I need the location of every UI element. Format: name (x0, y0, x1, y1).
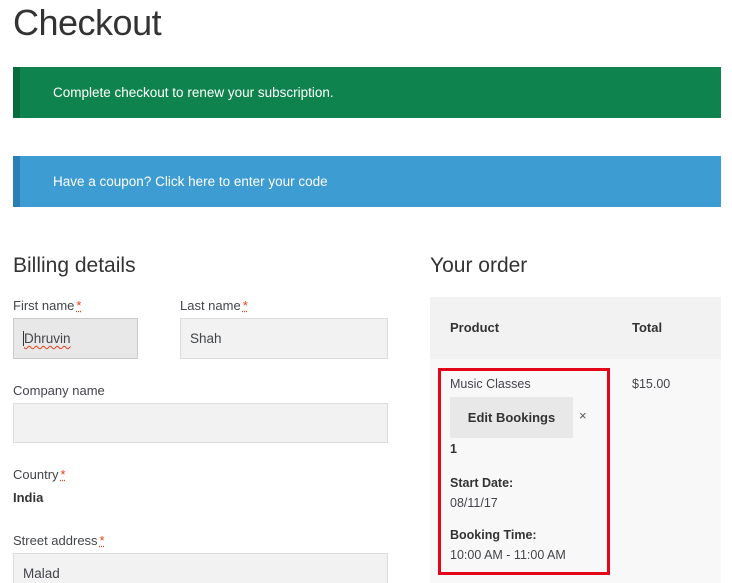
first-name-label: First name * (13, 298, 82, 313)
required-mark: * (76, 298, 82, 313)
first-name-input[interactable]: Dhruvin (13, 318, 138, 359)
country-label: Country * (13, 467, 66, 482)
street-address-input[interactable]: Malad (13, 553, 388, 583)
total-column-header: Total (632, 320, 663, 335)
required-mark: * (60, 467, 66, 482)
coupon-link[interactable]: Have a coupon? Click here to enter your … (53, 174, 328, 189)
company-name-input[interactable] (13, 403, 388, 443)
your-order-heading: Your order (430, 254, 528, 277)
renew-notice: Complete checkout to renew your subscrip… (13, 67, 721, 118)
page-title: Checkout (13, 2, 162, 43)
last-name-label: Last name * (180, 298, 248, 313)
required-mark: * (242, 298, 248, 313)
billing-details-heading: Billing details (13, 254, 136, 277)
required-mark: * (99, 533, 105, 548)
product-column-header: Product (450, 320, 500, 335)
country-value: India (13, 490, 44, 505)
street-address-label: Street address * (13, 533, 105, 548)
last-name-input[interactable]: Shah (180, 318, 388, 359)
coupon-notice[interactable]: Have a coupon? Click here to enter your … (13, 156, 721, 207)
company-name-label: Company name (13, 383, 105, 398)
product-total: $15.00 (632, 377, 671, 391)
highlight-annotation-box (438, 368, 610, 575)
